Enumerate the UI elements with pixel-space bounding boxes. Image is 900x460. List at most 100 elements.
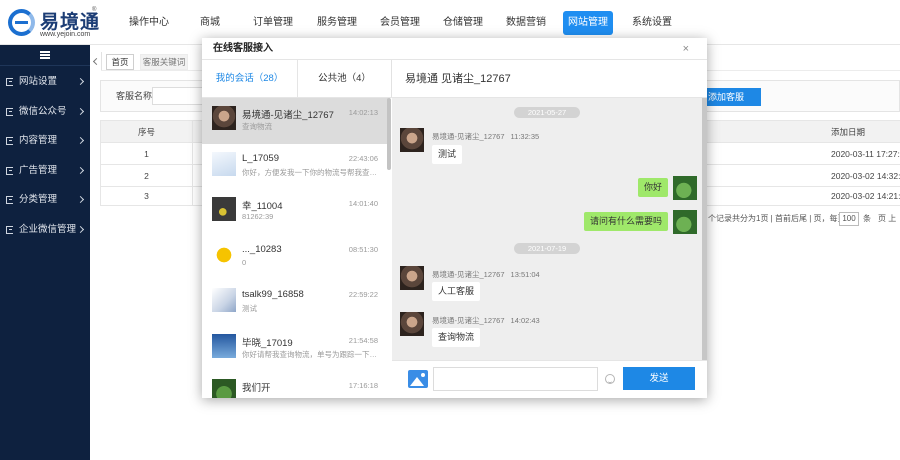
conversation-item[interactable]: ..._10283 08:51:30 0 (202, 235, 388, 281)
conversation-item[interactable]: 我们开 17:16:18 (202, 371, 388, 398)
conversation-time: 08:51:30 (348, 244, 378, 254)
column-header-date: 添加日期 (831, 126, 866, 137)
nav-system-settings[interactable]: 系统设置 (632, 14, 672, 32)
sidebar-item-label: 企业微信管理 (19, 224, 77, 235)
conversation-scrollbar[interactable] (387, 98, 391, 170)
sidebar-item-label: 内容管理 (19, 135, 58, 146)
chevron-left-icon[interactable] (92, 57, 101, 66)
conversation-item[interactable]: 毕晓_17019 21:54:58 你好请帮我查询物流，单号为跟踪一下我的物流 (202, 326, 388, 372)
pagination: 个记录共分为1页 | 首前后尾 | 页，每页 100 条 页 上 (708, 211, 898, 227)
message-meta: 易境通-见诸尘_12767 11:32:35 (432, 131, 539, 142)
conversation-time: 14:02:13 (348, 108, 378, 117)
logo-name[interactable]: 易境通 (40, 7, 100, 34)
pagination-text: 个记录共分为1页 | 首前后尾 | 页，每页 (708, 214, 846, 223)
avatar (212, 333, 236, 358)
conversation-preview: 81262:39 (242, 212, 274, 221)
tab-public-pool[interactable]: 公共池（4） (297, 60, 392, 98)
page-size-unit: 条 (863, 214, 871, 223)
menu-icon[interactable] (40, 51, 50, 53)
conversation-item[interactable]: tsalk99_16858 22:59:22 测试 (202, 280, 388, 326)
row-date: 2020-03-02 14:21:5 (831, 191, 900, 201)
message-input[interactable] (433, 367, 598, 391)
avatar (673, 176, 697, 200)
sidebar-toggle[interactable] (0, 45, 90, 66)
message-time: 13:51:04 (510, 270, 540, 279)
pagination-after[interactable]: 页 上 (878, 211, 896, 227)
conversation-name: ..._10283 (242, 243, 282, 255)
wechat-official-icon (6, 108, 13, 116)
emoji-icon[interactable] (605, 374, 615, 384)
message-bubble: 测试 (432, 145, 463, 164)
content-icon (6, 137, 13, 145)
avatar (212, 379, 236, 398)
sidebar: 网站设置 微信公众号 内容管理 广告管理 分类管理 企业微信管理 (0, 45, 90, 460)
chat-title: 易境通 见诸尘_12767 (392, 60, 707, 98)
sidebar-item-categories[interactable]: 分类管理 (0, 185, 90, 215)
sidebar-item-label: 广告管理 (19, 165, 58, 176)
send-button[interactable]: 发送 (623, 367, 695, 390)
page-size-input[interactable]: 100 (839, 212, 859, 226)
avatar (400, 128, 424, 152)
modal-title: 在线客服接入 (213, 43, 273, 54)
chevron-right-icon (76, 166, 85, 175)
tab-service-keywords[interactable]: 客服关键词 (140, 54, 188, 70)
avatar (212, 197, 236, 221)
conversation-name: 我们开 (242, 383, 271, 394)
logo-url: www.yejoin.com (40, 31, 91, 38)
sidebar-item-label: 分类管理 (19, 194, 58, 205)
image-icon[interactable] (408, 370, 428, 388)
logo-registered-mark: ® (92, 7, 97, 13)
conversation-preview: 测试 (242, 304, 257, 313)
tab-my-sessions[interactable]: 我的会话（28） (202, 60, 297, 98)
online-service-modal: 在线客服接入 × 我的会话（28） 公共池（4） 易境通-见诸尘_12767 1… (202, 38, 707, 398)
avatar (212, 242, 236, 267)
nav-services[interactable]: 服务管理 (317, 14, 357, 32)
conversation-preview: 查询物流 (242, 122, 272, 131)
column-header-no: 序号 (101, 121, 193, 142)
conversation-time: 17:16:18 (348, 381, 378, 390)
nav-website-management[interactable]: 网站管理 (563, 11, 613, 35)
chevron-right-icon (76, 77, 85, 86)
conversation-preview: 你好，方便发我一下你的物流号帮我查你... (242, 167, 378, 177)
sidebar-item-wecom[interactable]: 企业微信管理 (0, 215, 90, 245)
conversation-item[interactable]: L_17059 22:43:06 你好，方便发我一下你的物流号帮我查你... (202, 144, 388, 190)
message-composer: 发送 (392, 360, 707, 398)
tab-home[interactable]: 首页 (106, 54, 134, 70)
modal-title-bar: 在线客服接入 × (202, 38, 707, 60)
message-scrollbar[interactable] (702, 98, 707, 360)
conversation-tabs: 我的会话（28） 公共池（4） (202, 60, 392, 98)
conversation-panel: 我的会话（28） 公共池（4） 易境通-见诸尘_12767 14:02:13 查… (202, 60, 392, 398)
nav-operation-center[interactable]: 操作中心 (129, 14, 169, 32)
nav-mall[interactable]: 商城 (200, 14, 220, 32)
conversation-name: 幸_11004 (242, 201, 283, 212)
row-no: 2 (101, 165, 193, 186)
message-bubble-own: 你好 (637, 178, 668, 197)
sidebar-item-ads[interactable]: 广告管理 (0, 156, 90, 186)
message-bubble: 人工客服 (432, 282, 481, 301)
conversation-name: tsalk99_16858 (242, 289, 304, 300)
logo-icon[interactable] (8, 9, 35, 36)
close-icon[interactable]: × (683, 38, 689, 60)
categories-icon (6, 196, 13, 204)
nav-data-marketing[interactable]: 数据营销 (506, 14, 546, 32)
nav-members[interactable]: 会员管理 (380, 14, 420, 32)
sidebar-item-wechat-official[interactable]: 微信公众号 (0, 97, 90, 127)
row-date: 2020-03-02 14:32:17 (831, 170, 900, 181)
conversation-name: 毕晓_17019 (242, 337, 293, 349)
message-sender: 易境通-见诸尘_12767 (432, 270, 505, 279)
date-separator: 2021-05-27 (514, 107, 580, 118)
tab-divider (101, 52, 102, 70)
sidebar-item-content[interactable]: 内容管理 (0, 126, 90, 156)
message-time: 14:02:43 (510, 316, 540, 325)
ads-icon (6, 167, 13, 175)
sidebar-item-website-settings[interactable]: 网站设置 (0, 67, 90, 97)
chevron-right-icon (76, 107, 85, 116)
nav-orders[interactable]: 订单管理 (253, 14, 293, 32)
chevron-right-icon (76, 136, 85, 145)
conversation-item[interactable]: 易境通-见诸尘_12767 14:02:13 查询物流 (202, 98, 388, 144)
conversation-item[interactable]: 幸_11004 14:01:40 81262:39 (202, 189, 388, 235)
website-settings-icon (6, 78, 13, 86)
nav-warehouse[interactable]: 仓储管理 (443, 14, 483, 32)
search-label: 客服名称 (116, 91, 153, 101)
conversation-time: 14:01:40 (348, 199, 378, 208)
